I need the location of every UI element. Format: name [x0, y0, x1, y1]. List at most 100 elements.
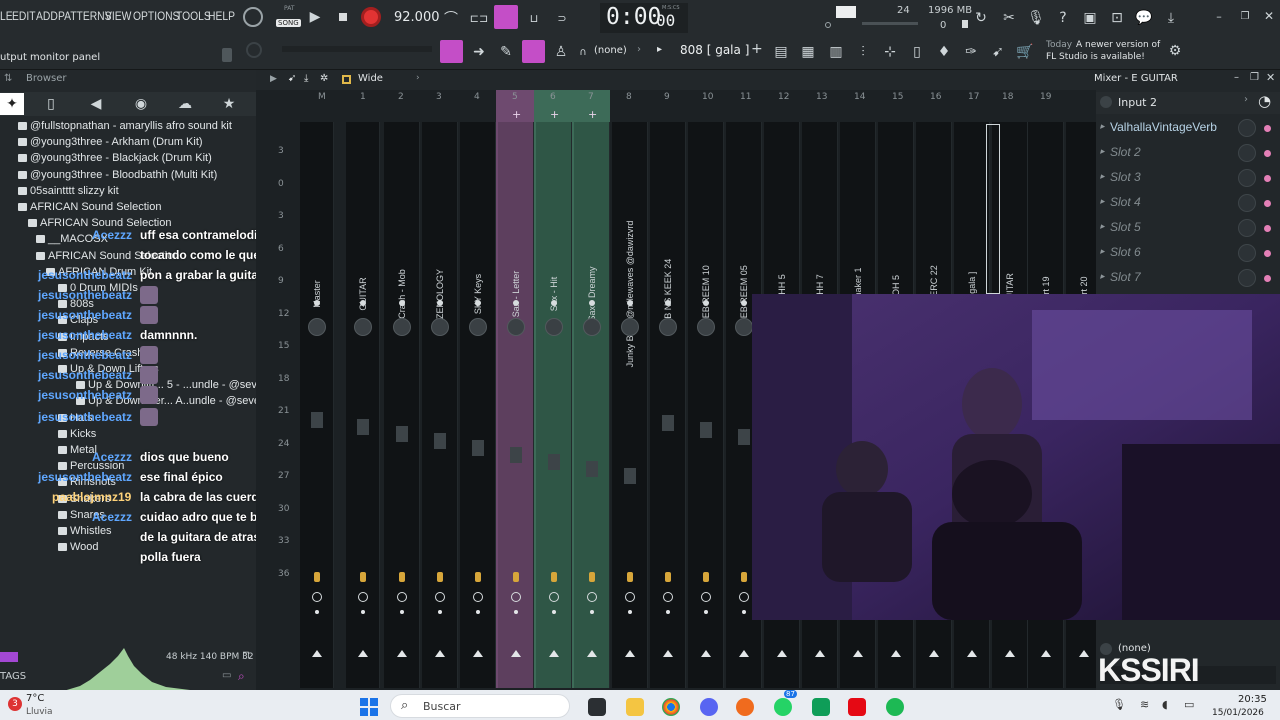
clock-time[interactable]: 20:35 — [1238, 694, 1267, 705]
browser-tree-item[interactable]: Percussion — [58, 460, 124, 472]
mixer-play-icon[interactable]: ▶ — [270, 74, 277, 84]
main-pitch-knob[interactable] — [246, 42, 262, 58]
add-pattern-icon[interactable]: + — [751, 41, 763, 57]
volume-fader[interactable] — [700, 422, 712, 438]
snap-icon[interactable]: ∩ — [577, 46, 589, 58]
slot-mix-knob[interactable] — [1238, 219, 1256, 237]
pan-knob[interactable] — [659, 318, 677, 336]
route-arrow-icon[interactable] — [625, 650, 635, 657]
bird-icon[interactable]: ➹ — [987, 41, 1009, 63]
weather-temp[interactable]: 7°C — [26, 693, 44, 704]
browser-arrow-icon[interactable]: ⇅ — [4, 73, 12, 84]
route-arrow-icon[interactable] — [739, 650, 749, 657]
fx-bulb-icon[interactable] — [741, 572, 747, 582]
effect-slot[interactable]: ▸ Slot 2 — [1100, 143, 1276, 165]
volume-knob[interactable] — [825, 22, 831, 28]
stamp-icon[interactable]: ♙ — [551, 42, 571, 62]
mixer-tool-icon[interactable]: ➹ — [288, 73, 296, 84]
route-arrow-icon[interactable] — [967, 650, 977, 657]
browser-tree-item[interactable]: 05saintttt slizzy kit — [18, 185, 119, 197]
volume-fader[interactable] — [738, 429, 750, 445]
fx-bulb-icon[interactable] — [437, 572, 443, 582]
menu-patterns[interactable]: PATTERNS — [58, 9, 112, 23]
spotify-icon[interactable] — [886, 698, 904, 716]
fx-bulb-icon[interactable] — [360, 572, 366, 582]
channel-rack-icon[interactable]: ▥ — [825, 41, 847, 63]
arrow-right-icon[interactable]: ➜ — [469, 42, 489, 62]
microphone-icon[interactable]: 🎙 — [1025, 7, 1047, 29]
globe-tab-icon[interactable]: ◉ — [130, 93, 152, 115]
project-icon[interactable]: ▯ — [906, 41, 928, 63]
loop-record-icon[interactable]: ⊔ — [523, 8, 545, 28]
windows-start-icon[interactable] — [360, 698, 378, 716]
effect-slot[interactable]: ▸ Slot 6 — [1100, 243, 1276, 265]
mute-indicator[interactable] — [665, 300, 671, 306]
slot-enable-dot[interactable] — [1264, 200, 1271, 207]
volume-fader[interactable] — [472, 440, 484, 456]
chat-icon[interactable]: 💬 — [1133, 7, 1155, 29]
mute-indicator[interactable] — [741, 300, 747, 306]
mixer-strip[interactable]: GUITAR — [346, 122, 380, 688]
mixer-view-mode[interactable]: Wide — [358, 73, 383, 84]
browser-tree-item[interactable]: AFRICAN Drum Kit — [46, 266, 152, 278]
pan-knob[interactable] — [545, 318, 563, 336]
pan-knob[interactable] — [393, 318, 411, 336]
wifi-icon[interactable]: ≋ — [1140, 698, 1149, 711]
slot-mix-knob[interactable] — [1238, 119, 1256, 137]
browser-tree-item[interactable]: @young3three - Arkham (Drum Kit) — [18, 136, 203, 148]
mic-tray-icon[interactable]: 🎙 — [1112, 698, 1126, 711]
cut-icon[interactable]: ✂ — [998, 7, 1020, 29]
volume-fader[interactable] — [624, 468, 636, 484]
volume-fader[interactable] — [396, 426, 408, 442]
metronome-icon[interactable]: ⌒ — [440, 8, 462, 28]
browser-tree-item[interactable]: @fullstopnathan - amaryllis afro sound k… — [18, 120, 232, 132]
record-arm[interactable] — [587, 592, 597, 602]
slot-mix-knob[interactable] — [1238, 269, 1256, 287]
mixer-icon[interactable]: ⫶ — [852, 41, 874, 63]
panel-minimize-icon[interactable]: – — [1234, 72, 1239, 83]
record-arm[interactable] — [397, 592, 407, 602]
volume-icon[interactable]: ◖ — [1162, 698, 1168, 711]
browser-tree-item[interactable]: Impacts — [58, 331, 109, 343]
slot-enable-dot[interactable] — [1264, 250, 1271, 257]
browser-tree-item[interactable]: 0 Drum MIDIs — [58, 282, 138, 294]
pan-knob[interactable] — [507, 318, 525, 336]
mute-indicator[interactable] — [627, 300, 633, 306]
pan-knob[interactable] — [469, 318, 487, 336]
record-arm[interactable] — [625, 592, 635, 602]
tags-label[interactable]: TAGS — [0, 671, 26, 682]
pan-knob[interactable] — [697, 318, 715, 336]
pat-song-toggle[interactable]: PAT SONG — [276, 5, 302, 31]
export-icon[interactable]: ⊡ — [1106, 7, 1128, 29]
volume-fader[interactable] — [434, 433, 446, 449]
mixer-strip[interactable]: Crash - Mob — [384, 122, 420, 688]
effect-slot[interactable]: ▸ Slot 7 — [1100, 268, 1276, 290]
browser-tree-item[interactable]: Snares — [58, 509, 105, 521]
slot-enable-dot[interactable] — [1264, 125, 1271, 132]
panel-maximize-icon[interactable]: ❐ — [1250, 72, 1259, 83]
browser-tree-item[interactable]: Up & Downlift... 5 - ...undle - @seventh… — [76, 379, 256, 391]
file-explorer-icon[interactable] — [626, 698, 644, 716]
mixer-chevron-icon[interactable]: › — [416, 73, 420, 83]
fx-bulb-icon[interactable] — [475, 572, 481, 582]
tempo-display[interactable]: 92.000 — [394, 10, 440, 25]
route-arrow-icon[interactable] — [663, 650, 673, 657]
terminal-icon[interactable] — [588, 698, 606, 716]
effect-slot[interactable]: ▸ ValhallaVintageVerb — [1100, 118, 1276, 140]
browser-tree-item[interactable]: Hats — [58, 412, 93, 424]
playlist-button[interactable] — [440, 40, 463, 63]
files-tab-icon[interactable]: ▯ — [40, 93, 62, 115]
route-arrow-icon[interactable] — [587, 650, 597, 657]
draw-icon[interactable]: ✎ — [496, 42, 516, 62]
menu-options[interactable]: OPTIONS — [133, 9, 179, 23]
slot-mix-knob[interactable] — [1238, 169, 1256, 187]
mixer-strip[interactable]: Sax - Letter — [498, 122, 534, 688]
taskbar-search[interactable]: ⌕ Buscar — [390, 694, 570, 718]
route-arrow-icon[interactable] — [511, 650, 521, 657]
pattern-prev-icon[interactable]: ▸ — [657, 44, 662, 55]
input-knob[interactable] — [1100, 96, 1112, 108]
plugin-icon[interactable]: ♦ — [933, 41, 955, 63]
app-icon[interactable] — [812, 698, 830, 716]
pan-knob[interactable] — [354, 318, 372, 336]
menu-add[interactable]: ADD — [36, 9, 58, 23]
